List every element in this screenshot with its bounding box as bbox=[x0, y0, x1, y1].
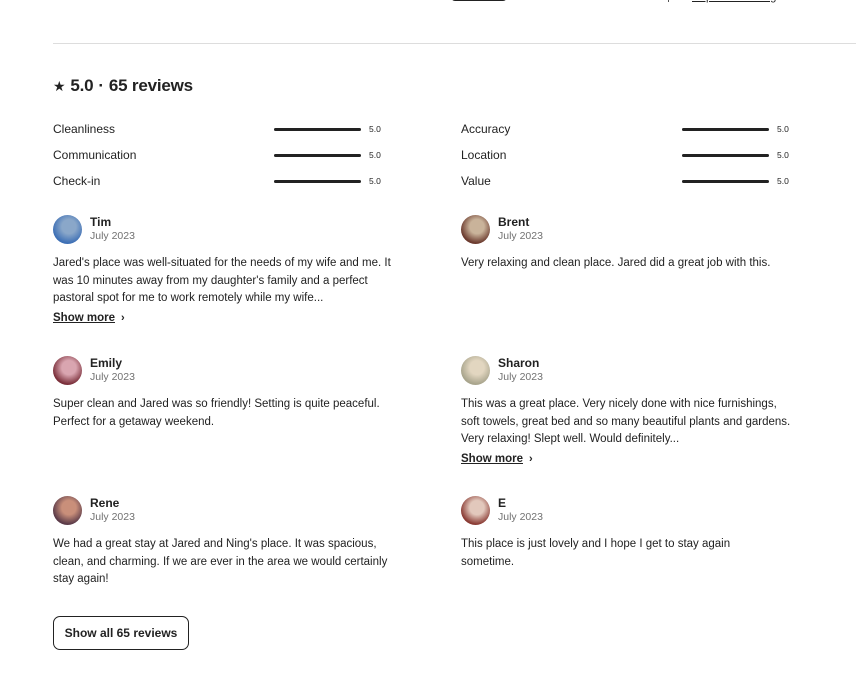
category-row-value: Value 5.0 bbox=[461, 168, 797, 194]
rating-bar-fill bbox=[682, 179, 769, 183]
category-row-cleanliness: Cleanliness 5.0 bbox=[53, 116, 389, 142]
clipped-button[interactable] bbox=[451, 0, 507, 1]
rating-bar bbox=[682, 127, 769, 131]
review-date: July 2023 bbox=[498, 511, 543, 523]
reviewer-name: Tim bbox=[90, 215, 112, 229]
review-text: Jared's place was well-situated for the … bbox=[53, 257, 391, 304]
category-ratings-right: Accuracy 5.0 Location 5.0 Value 5.0 bbox=[461, 116, 797, 194]
show-all-reviews-button[interactable]: Show all 65 reviews bbox=[53, 616, 189, 650]
section-divider bbox=[53, 43, 856, 44]
category-label: Accuracy bbox=[461, 122, 511, 136]
rating-bar-fill bbox=[274, 127, 361, 131]
category-value: 5.0 bbox=[777, 176, 789, 186]
category-value: 5.0 bbox=[369, 124, 381, 134]
top-strip: Report this listing bbox=[0, 0, 865, 10]
rating-bar-fill bbox=[682, 153, 769, 157]
rating-bar bbox=[682, 179, 769, 183]
review-card: Rene July 2023 We had a great stay at Ja… bbox=[53, 494, 393, 589]
review-card: Brent July 2023 Very relaxing and clean … bbox=[461, 213, 801, 273]
review-card: Emily July 2023 Super clean and Jared wa… bbox=[53, 354, 393, 431]
reviewer-name: E bbox=[498, 496, 507, 510]
show-more-label: Show more bbox=[53, 311, 115, 324]
reviewer-name: Sharon bbox=[498, 356, 540, 370]
reviewer-name: Emily bbox=[90, 356, 123, 370]
avatar[interactable] bbox=[461, 495, 490, 525]
rating-bar bbox=[274, 179, 361, 183]
review-text: We had a great stay at Jared and Ning's … bbox=[53, 538, 388, 585]
overall-rating: 5.0 bbox=[70, 76, 94, 95]
avatar[interactable] bbox=[53, 214, 82, 244]
rating-bar bbox=[274, 153, 361, 157]
review-text: Super clean and Jared was so friendly! S… bbox=[53, 398, 380, 428]
category-ratings-left: Cleanliness 5.0 Communication 5.0 Check-… bbox=[53, 116, 389, 194]
review-date: July 2023 bbox=[498, 371, 543, 383]
rating-bar-fill bbox=[682, 127, 769, 131]
review-date: July 2023 bbox=[90, 511, 135, 523]
reviewer-name: Brent bbox=[498, 215, 530, 229]
category-value: 5.0 bbox=[777, 150, 789, 160]
review-date: July 2023 bbox=[498, 230, 543, 242]
reviewer-name: Rene bbox=[90, 496, 120, 510]
review-card: Sharon July 2023 This was a great place.… bbox=[461, 354, 796, 467]
review-date: July 2023 bbox=[90, 230, 135, 242]
category-row-location: Location 5.0 bbox=[461, 142, 797, 168]
avatar[interactable] bbox=[53, 355, 82, 385]
avatar[interactable] bbox=[461, 355, 490, 385]
review-card: E July 2023 This place is just lovely an… bbox=[461, 494, 751, 571]
review-date: July 2023 bbox=[90, 371, 135, 383]
star-icon: ★ bbox=[53, 77, 66, 94]
reviews-count: 65 reviews bbox=[108, 76, 193, 95]
category-row-check-in: Check-in 5.0 bbox=[53, 168, 389, 194]
report-listing-link[interactable]: Report this listing bbox=[692, 0, 776, 3]
review-card: Tim July 2023 Jared's place was well-sit… bbox=[53, 213, 393, 326]
review-text: This was a great place. Very nicely done… bbox=[461, 398, 791, 445]
category-label: Check-in bbox=[53, 174, 101, 188]
category-value: 5.0 bbox=[777, 124, 789, 134]
separator: · bbox=[98, 76, 104, 95]
show-more-button[interactable]: Show more › bbox=[461, 453, 533, 465]
avatar[interactable] bbox=[53, 495, 82, 525]
chevron-right-icon: › bbox=[120, 311, 125, 324]
rating-bar-fill bbox=[274, 153, 361, 157]
category-row-communication: Communication 5.0 bbox=[53, 142, 389, 168]
category-label: Location bbox=[461, 148, 507, 162]
category-label: Cleanliness bbox=[53, 122, 116, 136]
category-row-accuracy: Accuracy 5.0 bbox=[461, 116, 797, 142]
category-value: 5.0 bbox=[369, 150, 381, 160]
reviews-heading: ★ 5.0 · 65 reviews bbox=[53, 76, 193, 96]
rating-bar bbox=[682, 153, 769, 157]
rating-bar-fill bbox=[274, 179, 361, 183]
rating-bar bbox=[274, 127, 361, 131]
avatar[interactable] bbox=[461, 214, 490, 244]
category-label: Communication bbox=[53, 148, 137, 162]
flag-icon bbox=[668, 0, 681, 2]
category-label: Value bbox=[461, 174, 491, 188]
chevron-right-icon: › bbox=[528, 452, 533, 465]
review-text: Very relaxing and clean place. Jared did… bbox=[461, 257, 771, 269]
show-more-label: Show more bbox=[461, 452, 523, 465]
review-text: This place is just lovely and I hope I g… bbox=[461, 538, 731, 568]
show-more-button[interactable]: Show more › bbox=[53, 312, 125, 324]
category-value: 5.0 bbox=[369, 176, 381, 186]
